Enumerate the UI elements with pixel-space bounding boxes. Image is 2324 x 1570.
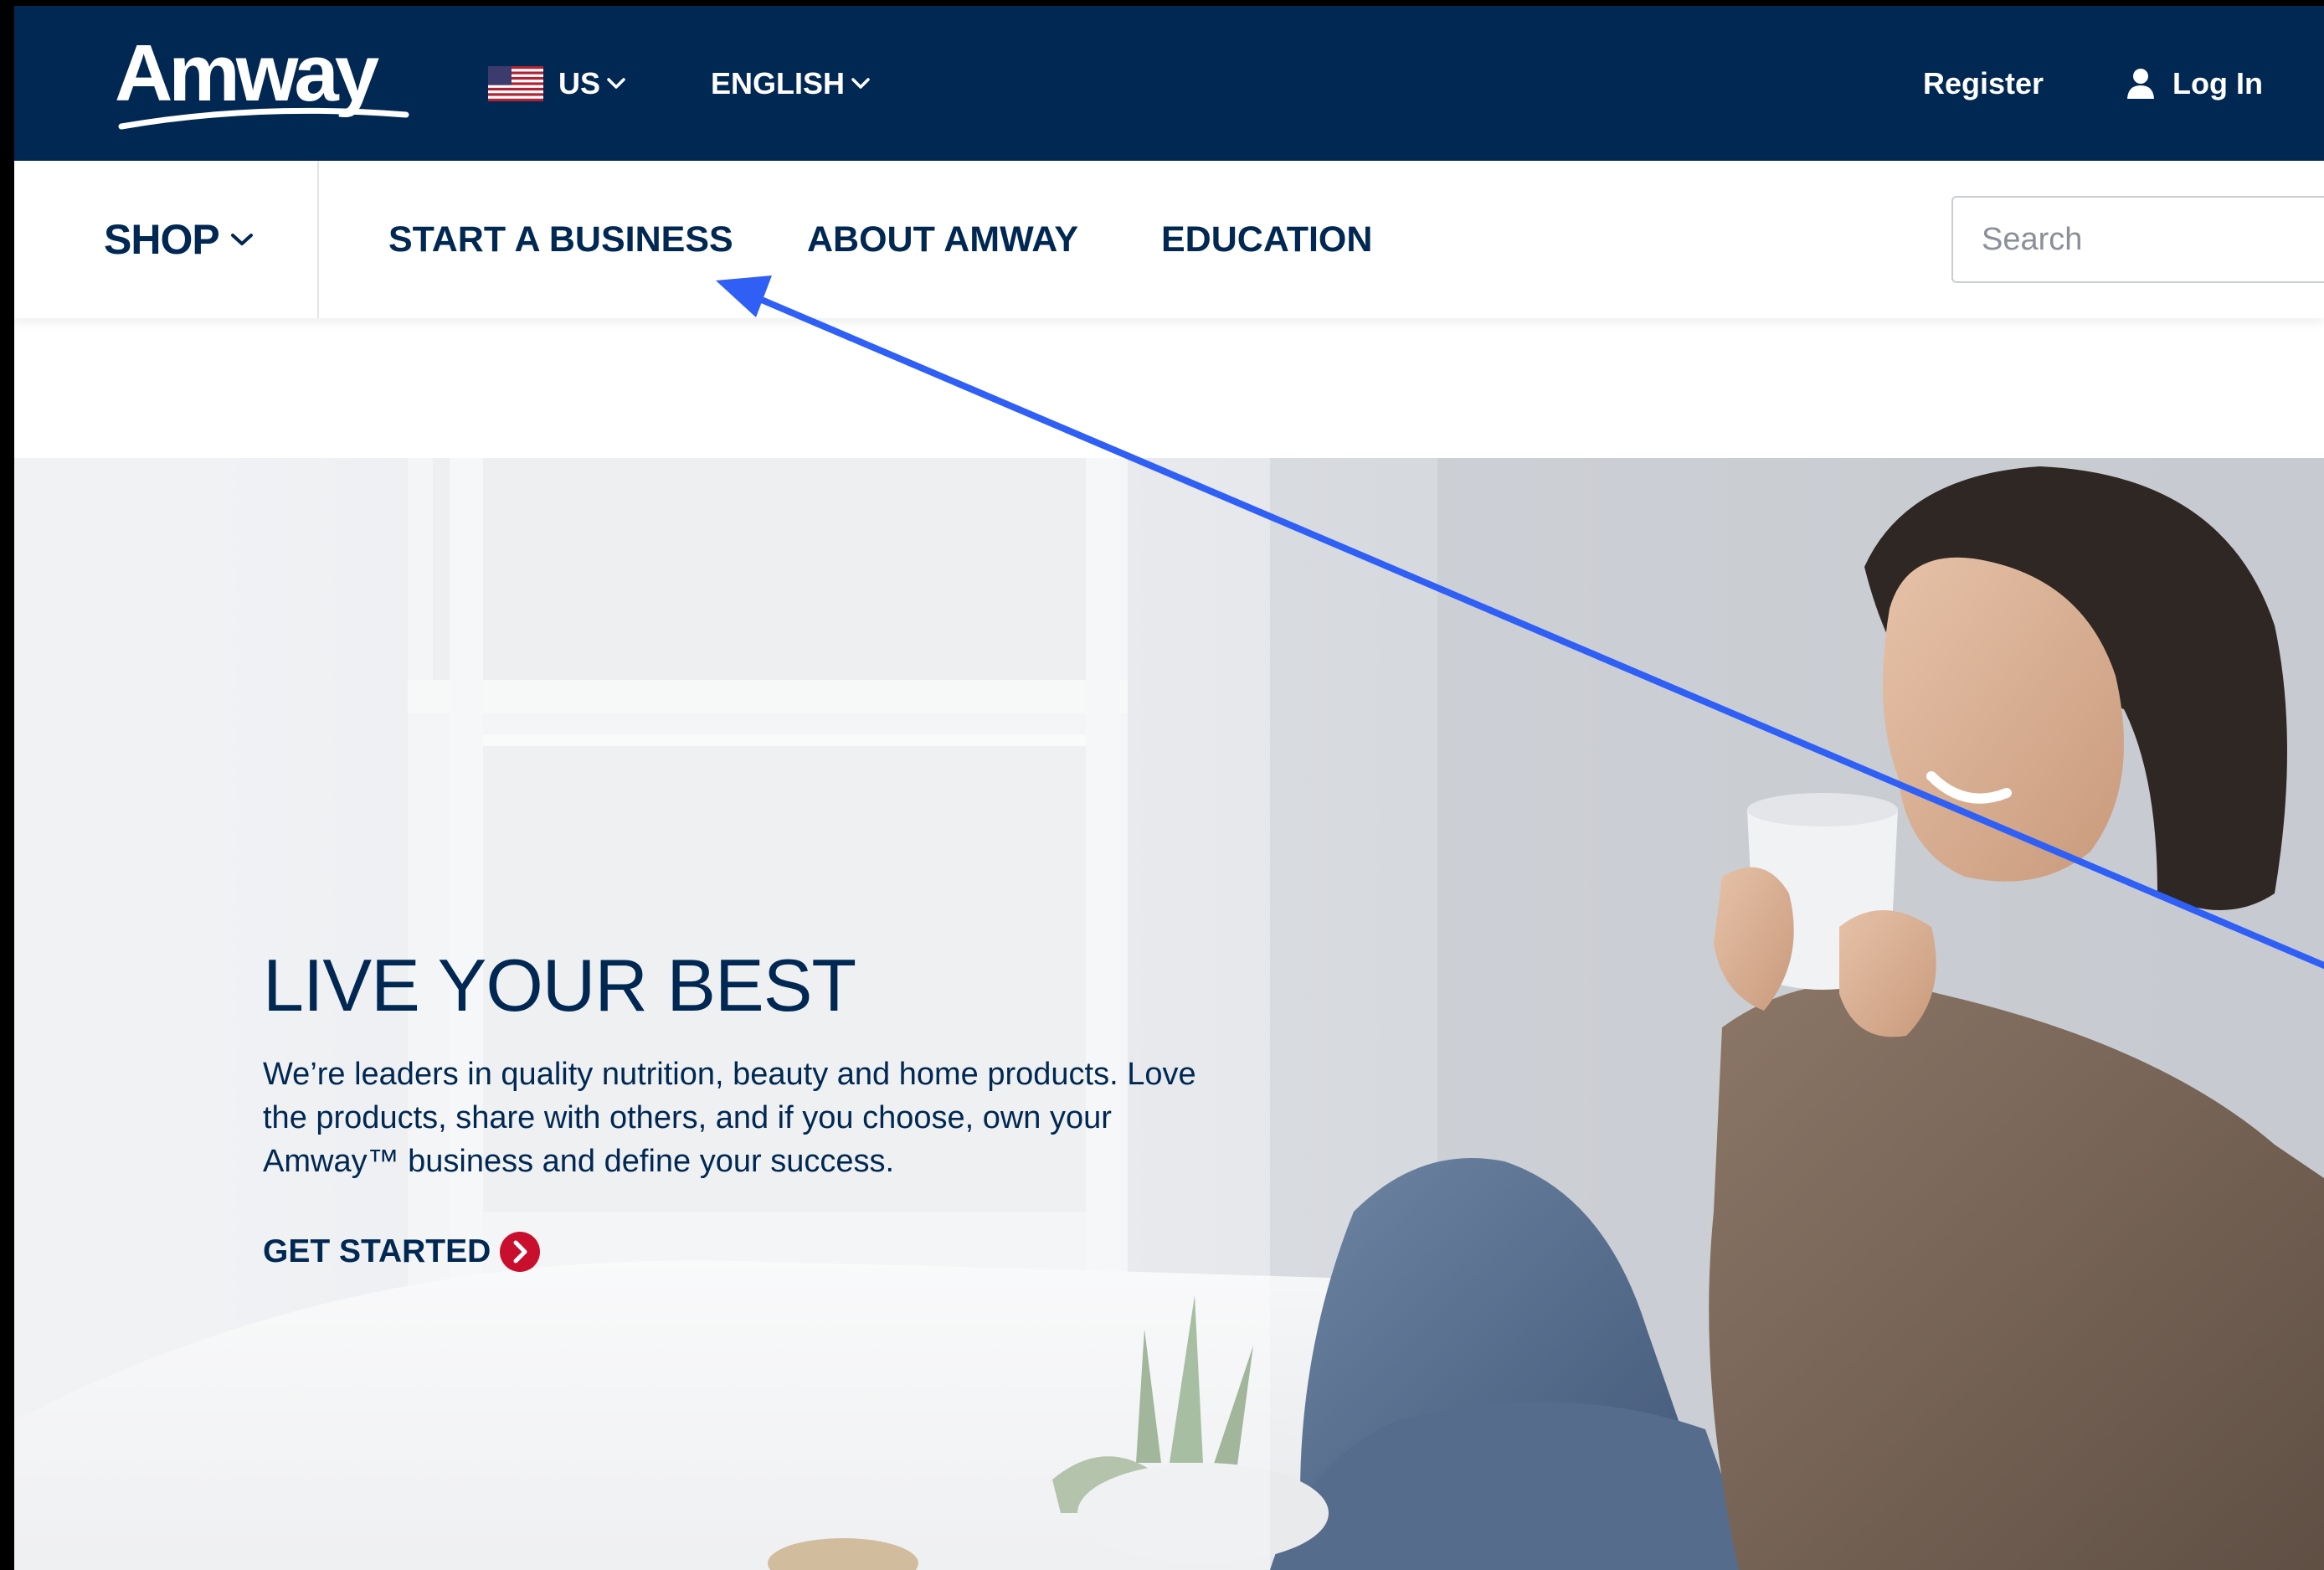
chevron-down-icon bbox=[230, 234, 253, 245]
nav-about-amway[interactable]: ABOUT AMWAY bbox=[807, 161, 1078, 318]
amway-logo[interactable]: Amway bbox=[115, 28, 416, 136]
us-flag-icon bbox=[488, 66, 543, 101]
logo-swoosh-icon bbox=[118, 107, 409, 130]
register-link[interactable]: Register bbox=[1923, 52, 2044, 116]
shop-label: SHOP bbox=[104, 216, 220, 263]
hero-banner: LIVE YOUR BEST We’re leaders in quality … bbox=[14, 458, 2324, 1570]
country-selector[interactable]: US bbox=[488, 52, 625, 116]
hero-title: LIVE YOUR BEST bbox=[263, 944, 856, 1027]
page: Amway US ENGLISH Register Log In SHOP ST… bbox=[14, 6, 2324, 1570]
chevron-down-icon bbox=[607, 78, 625, 89]
nav-education[interactable]: EDUCATION bbox=[1161, 161, 1372, 318]
chevron-down-icon bbox=[851, 78, 870, 89]
login-link[interactable]: Log In bbox=[2126, 52, 2263, 116]
main-navigation: SHOP START A BUSINESS ABOUT AMWAY EDUCAT… bbox=[14, 161, 2324, 318]
get-started-label: GET STARTED bbox=[263, 1233, 491, 1269]
nav-start-a-business[interactable]: START A BUSINESS bbox=[388, 161, 733, 318]
country-label: US bbox=[558, 66, 601, 100]
user-icon bbox=[2127, 69, 2154, 99]
login-label: Log In bbox=[2172, 66, 2263, 100]
search-input[interactable] bbox=[1951, 196, 2324, 283]
top-utility-bar: Amway US ENGLISH Register Log In bbox=[14, 6, 2324, 161]
nav-divider bbox=[317, 161, 319, 318]
hero-description: We’re leaders in quality nutrition, beau… bbox=[263, 1057, 1196, 1179]
register-label: Register bbox=[1923, 66, 2044, 100]
chevron-right-circle-icon bbox=[500, 1232, 541, 1272]
language-selector[interactable]: ENGLISH bbox=[711, 52, 870, 116]
get-started-link[interactable]: GET STARTED bbox=[263, 1227, 541, 1277]
shop-menu[interactable]: SHOP bbox=[104, 161, 253, 318]
language-label: ENGLISH bbox=[711, 66, 846, 100]
